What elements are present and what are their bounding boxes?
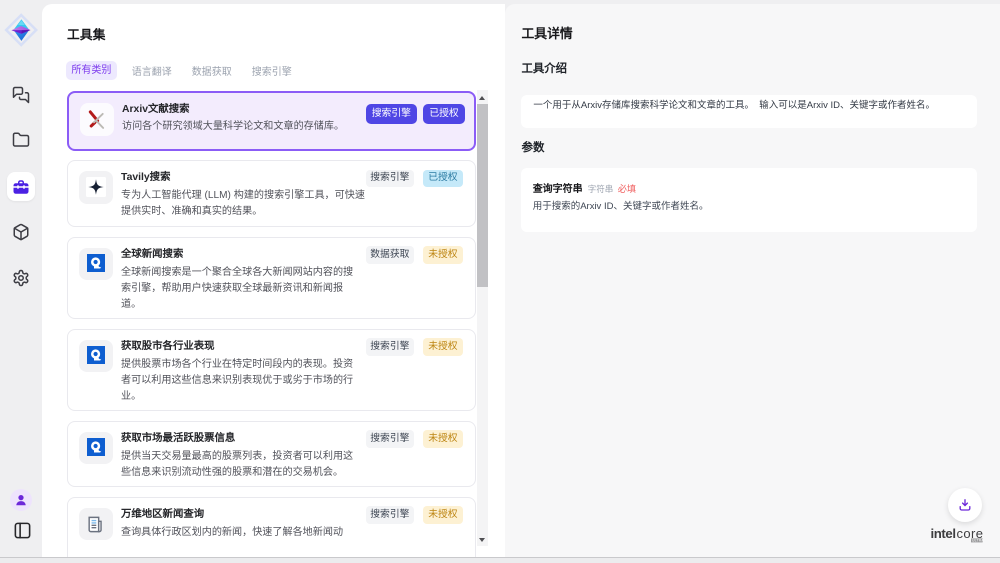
- svg-text:ULTRA: ULTRA: [972, 538, 984, 542]
- svg-text:intel: intel: [931, 526, 956, 541]
